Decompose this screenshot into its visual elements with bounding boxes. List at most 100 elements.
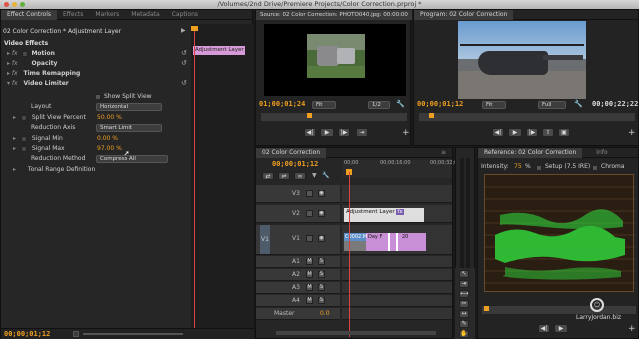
program-lift-button[interactable]: ⇧ — [542, 128, 554, 137]
source-scrubber[interactable] — [261, 113, 407, 121]
reference-playhead-icon[interactable] — [484, 306, 489, 311]
reference-scrubber[interactable] — [482, 306, 636, 314]
program-settings-icon[interactable]: 🔧 — [574, 100, 583, 108]
signal-max-value[interactable]: 97.00 % — [97, 144, 122, 154]
effect-timeline-area[interactable] — [191, 24, 253, 329]
v2-eye-icon[interactable]: ◉ — [318, 210, 325, 217]
timeline-tab[interactable]: 02 Color Correction — [256, 147, 327, 158]
zoom-out-icon[interactable] — [73, 331, 79, 337]
effect-row-opacity[interactable]: ▸ fx Opacity — [7, 59, 57, 69]
v1-clip-20[interactable]: 20 — [402, 233, 410, 241]
v1-eye-icon[interactable]: ◉ — [318, 235, 325, 242]
track-lane-v3[interactable] — [342, 185, 452, 203]
source-zoom-dropdown[interactable]: Fit — [312, 101, 336, 109]
timeline-scrollbar[interactable] — [276, 331, 436, 335]
program-step-back-button[interactable]: ◀| — [492, 128, 504, 137]
program-add-button-icon[interactable]: + — [628, 128, 636, 138]
program-step-forward-button[interactable]: |▶ — [526, 128, 538, 137]
reference-add-button-icon[interactable]: + — [628, 324, 636, 334]
source-insert-button[interactable]: ⇥ — [356, 128, 368, 137]
effect-row-motion[interactable]: ▸ fx Motion — [7, 49, 55, 59]
tab-reference[interactable]: Reference: 02 Color Correction — [478, 147, 583, 158]
program-export-frame-button[interactable]: ▣ — [558, 128, 570, 137]
tab-effects[interactable]: Effects — [57, 10, 89, 20]
zoom-slider[interactable] — [83, 333, 183, 335]
source-step-back-button[interactable]: ◀| — [304, 128, 316, 137]
reduction-axis-dropdown[interactable]: Smart Limit — [96, 124, 162, 132]
adjustment-layer-clip[interactable]: Adjustment Layer fx — [344, 208, 424, 222]
source-add-button-icon[interactable]: + — [402, 128, 410, 138]
track-select-tool-icon[interactable]: ⇥ — [459, 280, 469, 288]
track-header-a3[interactable]: A3 M S — [256, 282, 340, 294]
tab-markers[interactable]: Markers — [89, 10, 125, 20]
a4-mute-button[interactable]: M — [306, 297, 313, 304]
v1-clip-group[interactable]: C0002.M Day F 20 — [344, 233, 426, 251]
source-tab[interactable]: Source: 02 Color Correction: PHOTO040.jp… — [256, 9, 412, 20]
wrench-icon[interactable]: 🔧 — [322, 172, 329, 179]
reset-video-limiter-icon[interactable]: ↺ — [181, 79, 187, 87]
track-lane-v2[interactable]: Adjustment Layer fx — [342, 205, 452, 223]
timeline-menu-icon[interactable]: ≡ — [441, 149, 446, 156]
effect-row-video-limiter[interactable]: ▾ fx Video Limiter — [7, 79, 69, 89]
track-header-a1[interactable]: A1 M S — [256, 256, 340, 268]
a4-solo-button[interactable]: S — [318, 297, 325, 304]
intensity-value[interactable]: 75 — [514, 162, 522, 172]
source-patch-v1[interactable]: V1 — [260, 225, 270, 254]
reset-opacity-icon[interactable]: ↺ — [181, 59, 187, 67]
source-step-forward-button[interactable]: |▶ — [338, 128, 350, 137]
tab-metadata[interactable]: Metadata — [125, 10, 165, 20]
a1-mute-button[interactable]: M — [306, 258, 313, 265]
v2-lock-icon[interactable] — [306, 210, 313, 217]
pen-tool-icon[interactable]: ✎ — [459, 320, 469, 328]
signal-max-stopwatch-icon[interactable] — [20, 145, 27, 152]
program-timecode-left[interactable]: 00;00;01;12 — [417, 100, 463, 108]
signal-min-row[interactable]: ▸ Signal Min — [13, 134, 63, 144]
slip-tool-icon[interactable]: ↔ — [459, 310, 469, 318]
track-header-v2[interactable]: V2 ◉ — [256, 205, 340, 223]
master-value[interactable]: 0.0 — [320, 310, 330, 317]
program-play-button[interactable]: ▶ — [508, 128, 522, 137]
show-split-view-checkbox[interactable] — [95, 94, 101, 100]
split-view-value[interactable]: 50.00 % — [97, 113, 122, 123]
track-lane-a2[interactable] — [342, 269, 452, 281]
selection-tool-icon[interactable]: ↖ — [459, 270, 469, 278]
linked-selection-button[interactable]: ⇌ — [278, 172, 290, 180]
ripple-edit-tool-icon[interactable]: ⟷ — [459, 290, 469, 298]
snap-tool-button[interactable]: ⇄ — [262, 172, 274, 180]
reset-motion-icon[interactable]: ↺ — [181, 49, 187, 57]
tab-captions[interactable]: Captions — [166, 10, 204, 20]
reference-step-back-button[interactable]: ◀| — [538, 324, 550, 333]
program-zoom-dropdown[interactable]: Fit — [482, 101, 506, 109]
effect-row-time-remapping[interactable]: ▸ fx Time Remapping — [7, 69, 80, 79]
a3-mute-button[interactable]: M — [306, 284, 313, 291]
link-tool-button[interactable]: ∞ — [294, 172, 306, 180]
playhead-marker-icon[interactable] — [191, 26, 198, 31]
split-view-row[interactable]: ▸ Split View Percent — [13, 113, 86, 123]
effect-playhead[interactable] — [194, 27, 195, 329]
track-header-a2[interactable]: A2 M S — [256, 269, 340, 281]
v1-clip-day[interactable]: Day F — [368, 233, 386, 241]
a2-solo-button[interactable]: S — [318, 271, 325, 278]
reduction-method-dropdown[interactable]: Compress All — [96, 155, 168, 163]
track-lane-a3[interactable] — [342, 282, 452, 294]
tonal-range-row[interactable]: ▸ Tonal Range Definition — [13, 165, 95, 175]
source-play-button[interactable]: ▶ — [320, 128, 334, 137]
split-stopwatch-icon[interactable] — [20, 114, 27, 121]
program-tab[interactable]: Program: 02 Color Correction — [414, 9, 514, 20]
track-header-v3[interactable]: V3 ◉ — [256, 185, 340, 203]
track-header-a4[interactable]: A4 M S — [256, 295, 340, 307]
motion-toggle-icon[interactable] — [21, 50, 28, 57]
v3-lock-icon[interactable] — [306, 190, 313, 197]
source-settings-icon[interactable]: 🔧 — [396, 100, 405, 108]
timeline-playhead-line[interactable] — [349, 172, 350, 337]
track-lane-master[interactable] — [342, 308, 452, 320]
close-window-icon[interactable] — [4, 2, 9, 7]
program-scrubber[interactable] — [419, 113, 635, 121]
tab-info[interactable]: Info — [590, 148, 613, 158]
track-header-master[interactable]: Master 0.0 — [256, 308, 340, 320]
effect-controls-timecode[interactable]: 00;00;01;12 — [4, 330, 50, 338]
expand-arrow-icon[interactable]: ▶ — [181, 27, 186, 34]
layout-dropdown[interactable]: Horizontal — [96, 103, 162, 111]
track-lane-v1[interactable]: C0002.M Day F 20 — [342, 225, 452, 255]
zoom-window-icon[interactable] — [20, 2, 25, 7]
